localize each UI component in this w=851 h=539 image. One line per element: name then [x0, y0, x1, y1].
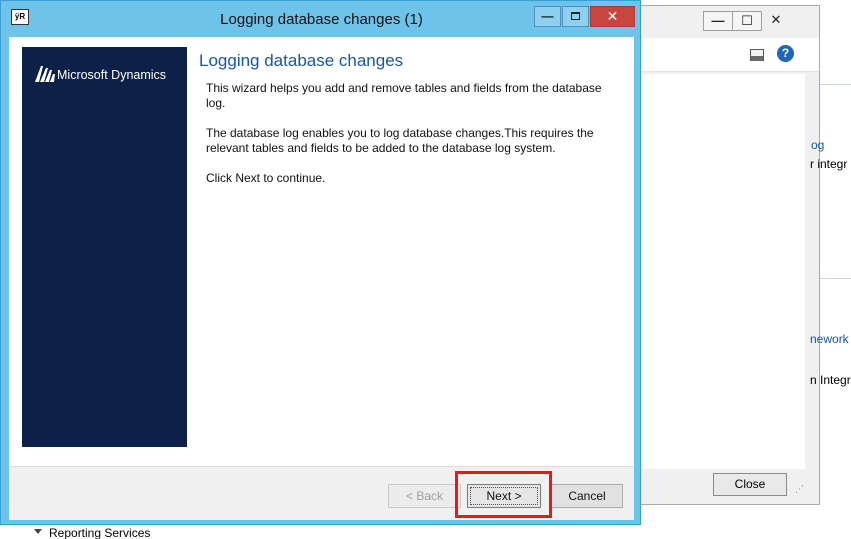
- instruction-paragraph: Click Next to continue.: [206, 171, 326, 185]
- intro-paragraph: This wizard helps you add and remove tab…: [206, 81, 602, 110]
- help-icon[interactable]: ?: [777, 45, 794, 62]
- description-paragraph: The database log enables you to log data…: [206, 126, 594, 155]
- background-content: [631, 74, 806, 469]
- background-toolbar: ?: [631, 38, 819, 72]
- background-link-fragment[interactable]: nework: [810, 332, 849, 346]
- microsoft-dynamics-logo: Microsoft Dynamics: [35, 66, 185, 86]
- expand-arrow-icon[interactable]: [34, 529, 42, 534]
- wizard-content: Microsoft Dynamics Logging database chan…: [9, 37, 634, 466]
- brand-panel: Microsoft Dynamics: [22, 47, 187, 447]
- close-button[interactable]: ✕: [590, 6, 635, 27]
- background-close-action-button[interactable]: Close: [713, 473, 787, 496]
- layout-icon[interactable]: [750, 49, 764, 61]
- page-title: Logging database changes: [199, 51, 404, 70]
- tree-item-reporting-services[interactable]: Reporting Services: [49, 526, 150, 539]
- maximize-button[interactable]: [562, 6, 589, 27]
- dynamics-logo-icon: [35, 66, 55, 82]
- background-window: — ☐ ✕ ? Close ⋰: [630, 5, 820, 505]
- resize-grip-icon[interactable]: ⋰: [795, 485, 807, 498]
- background-titlebar: — ☐ ✕: [631, 6, 819, 36]
- dialog-titlebar[interactable]: ÿR Logging database changes (1) — ✕: [1, 1, 640, 37]
- background-text-fragment: r integr: [810, 157, 848, 171]
- background-divider: [820, 278, 851, 279]
- background-link-fragment[interactable]: og: [811, 138, 824, 152]
- cancel-button[interactable]: Cancel: [551, 484, 623, 508]
- minimize-button[interactable]: —: [534, 6, 561, 27]
- brand-name: Microsoft Dynamics: [57, 68, 167, 82]
- background-scroll-area: [805, 74, 819, 474]
- wizard-dialog: ÿR Logging database changes (1) — ✕ Micr…: [0, 0, 641, 525]
- background-maximize-button[interactable]: ☐: [732, 11, 762, 31]
- back-button[interactable]: < Back: [388, 484, 461, 508]
- background-close-button[interactable]: ✕: [761, 11, 791, 31]
- background-divider: [820, 84, 851, 85]
- maximize-icon: [571, 12, 580, 20]
- background-text-fragment: n Integr: [810, 373, 851, 387]
- next-button-highlight: [455, 471, 552, 518]
- background-minimize-button[interactable]: —: [703, 11, 733, 31]
